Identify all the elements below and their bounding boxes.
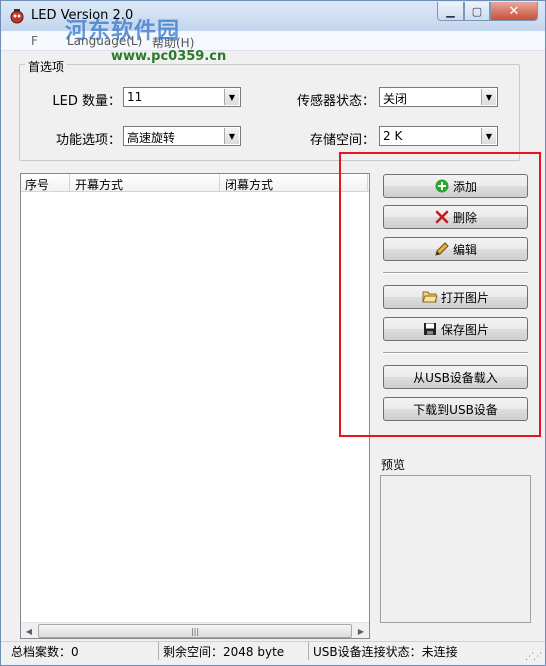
column-header-close-mode[interactable]: 闭幕方式 — [225, 176, 273, 193]
scrollbar-thumb[interactable]: ||| — [38, 624, 352, 638]
minimize-button[interactable]: ▁ — [437, 2, 464, 21]
program-list[interactable]: 序号 开幕方式 闭幕方式 ◀ ||| ▶ — [20, 173, 370, 639]
horizontal-scrollbar[interactable]: ◀ ||| ▶ — [21, 622, 369, 638]
watermark-url: www.pc0359.cn — [111, 49, 227, 64]
status-total-files: 总档案数：0 — [9, 642, 159, 660]
function-option-select[interactable]: 高速旋转 ▼ — [123, 126, 241, 146]
chevron-down-icon[interactable]: ▼ — [481, 128, 496, 144]
led-count-select[interactable]: 11 ▼ — [123, 87, 241, 107]
maximize-button[interactable]: ▢ — [464, 2, 490, 21]
storage-space-value: 2 K — [383, 129, 403, 143]
led-count-label: LED 数量： — [52, 94, 121, 109]
minimize-icon: ▁ — [446, 4, 455, 18]
grip-icon: ||| — [190, 626, 200, 636]
chevron-down-icon[interactable]: ▼ — [224, 128, 239, 144]
highlight-annotation-box — [339, 152, 541, 437]
watermark-logo: 河东软件园 — [65, 19, 181, 44]
sensor-status-label: 传感器状态： — [296, 94, 375, 109]
scroll-left-icon[interactable]: ◀ — [21, 623, 37, 639]
column-header-index[interactable]: 序号 — [25, 176, 49, 193]
maximize-icon: ▢ — [471, 4, 483, 18]
storage-space-label: 存储空间： — [309, 133, 375, 148]
scroll-right-icon[interactable]: ▶ — [353, 623, 369, 639]
close-button[interactable]: ✕ — [490, 2, 538, 21]
sensor-status-value: 关闭 — [383, 92, 408, 106]
status-free-space: 剩余空间：2048 byte — [161, 642, 309, 660]
status-usb-connection: USB设备连接状态：未连接 — [313, 645, 458, 659]
list-header: 序号 开幕方式 闭幕方式 — [21, 174, 369, 192]
preview-label: 预览 — [381, 458, 406, 472]
led-count-value: 11 — [127, 90, 143, 104]
close-icon: ✕ — [508, 3, 520, 19]
sensor-status-select[interactable]: 关闭 ▼ — [379, 87, 498, 107]
chevron-down-icon[interactable]: ▼ — [224, 89, 239, 105]
menu-item-file[interactable]: F — [31, 34, 38, 48]
preview-panel — [380, 475, 531, 623]
chevron-down-icon[interactable]: ▼ — [481, 89, 496, 105]
column-header-open-mode[interactable]: 开幕方式 — [75, 176, 123, 193]
led-app-icon — [10, 9, 24, 24]
app-window: LED Version 2.0 ▁ ▢ ✕ F Language(L) 帮助(H… — [0, 0, 546, 666]
function-option-label: 功能选项： — [55, 133, 121, 148]
resize-grip-icon[interactable]: ⋰⋰ — [525, 652, 542, 662]
status-bar: 总档案数：0 剩余空间：2048 byte USB设备连接状态：未连接 ⋰⋰ — [1, 641, 545, 665]
storage-space-select[interactable]: 2 K ▼ — [379, 126, 498, 146]
function-option-value: 高速旋转 — [127, 131, 176, 145]
options-group-title: 首选项 — [25, 58, 68, 75]
